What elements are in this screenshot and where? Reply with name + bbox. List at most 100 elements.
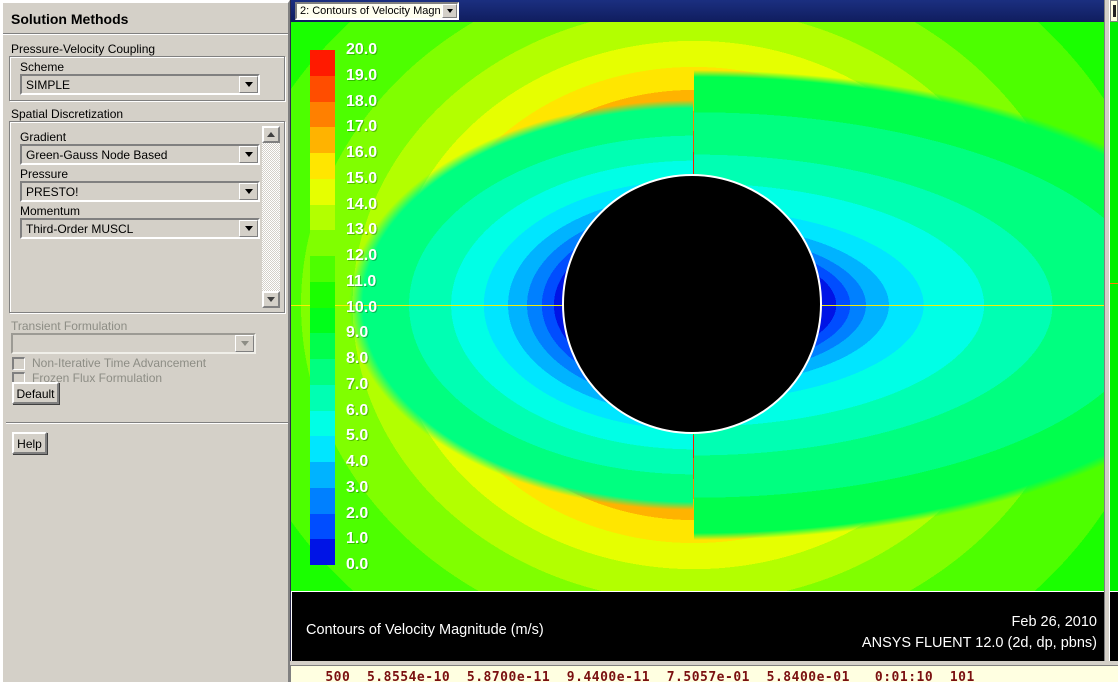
legend-value-label: 20.0 bbox=[346, 41, 377, 59]
legend-value-label: 7.0 bbox=[346, 376, 368, 394]
pressure-dropdown-button[interactable] bbox=[239, 183, 258, 200]
legend-color-bar bbox=[310, 50, 335, 565]
legend-value-label: 11.0 bbox=[346, 273, 376, 291]
plot-stamp: Feb 26, 2010 ANSYS FLUENT 12.0 (2d, dp, … bbox=[862, 612, 1097, 654]
chevron-down-icon bbox=[241, 341, 249, 346]
chevron-down-icon bbox=[245, 152, 253, 157]
graphics-area: 2: Contours of Velocity Magn 20.0 19.0 18.… bbox=[290, 0, 1118, 682]
panel-title: Solution Methods bbox=[3, 3, 288, 34]
legend-color-band bbox=[310, 102, 335, 128]
legend-color-band bbox=[310, 205, 335, 231]
legend-value-label: 14.0 bbox=[346, 196, 377, 214]
momentum-value: Third-Order MUSCL bbox=[26, 222, 133, 236]
legend-color-band bbox=[310, 230, 335, 256]
scheme-dropdown-button[interactable] bbox=[239, 76, 258, 93]
solution-methods-panel: Solution Methods Pressure-Velocity Coupl… bbox=[0, 0, 290, 682]
legend-value-label: 3.0 bbox=[346, 479, 368, 497]
cylinder-body bbox=[562, 174, 822, 434]
background-window-sliver bbox=[1110, 0, 1118, 661]
chevron-down-icon bbox=[245, 82, 253, 87]
window-selector-combobox[interactable]: 2: Contours of Velocity Magn bbox=[295, 2, 459, 20]
gradient-label: Gradient bbox=[20, 130, 66, 144]
pressure-velocity-coupling-label: Pressure-Velocity Coupling bbox=[11, 42, 155, 56]
console-strip: 500 5.8554e-10 5.8700e-11 9.4400e-11 7.5… bbox=[290, 661, 1118, 682]
legend-color-band bbox=[310, 76, 335, 102]
legend-color-band bbox=[310, 462, 335, 488]
pressure-label: Pressure bbox=[20, 167, 68, 181]
momentum-label: Momentum bbox=[20, 204, 80, 218]
console-output[interactable]: 500 5.8554e-10 5.8700e-11 9.4400e-11 7.5… bbox=[290, 665, 1118, 682]
legend-value-label: 16.0 bbox=[346, 144, 377, 162]
legend-value-label: 5.0 bbox=[346, 427, 368, 445]
legend-value-label: 18.0 bbox=[346, 93, 377, 111]
velocity-contour-plot[interactable]: 20.0 19.0 18.0 17.0 16.0 15.0 14.0 13.0 12.0 11.0… bbox=[291, 22, 1105, 591]
transient-formulation-label: Transient Formulation bbox=[11, 319, 127, 333]
legend-color-band bbox=[310, 282, 335, 308]
pressure-value: PRESTO! bbox=[26, 185, 78, 199]
graphics-window-titlebar: 2: Contours of Velocity Magn bbox=[291, 0, 1104, 22]
gradient-combobox[interactable]: Green-Gauss Node Based bbox=[20, 144, 260, 165]
window-selector-dropdown-button[interactable] bbox=[442, 4, 457, 18]
scroll-down-button[interactable] bbox=[262, 291, 280, 308]
gradient-dropdown-button[interactable] bbox=[239, 146, 258, 163]
legend-value-label: 15.0 bbox=[346, 170, 377, 188]
legend-value-label: 4.0 bbox=[346, 453, 368, 471]
background-window-titlebar bbox=[1110, 0, 1118, 22]
momentum-dropdown-button[interactable] bbox=[239, 220, 258, 237]
arrow-down-icon bbox=[267, 297, 275, 302]
legend-color-band bbox=[310, 411, 335, 437]
legend-value-label: 6.0 bbox=[346, 402, 368, 420]
legend-color-band bbox=[310, 256, 335, 282]
momentum-combobox[interactable]: Third-Order MUSCL bbox=[20, 218, 260, 239]
legend-value-label: 0.0 bbox=[346, 556, 368, 574]
arrow-up-icon bbox=[267, 132, 275, 137]
background-window-centerline bbox=[1110, 283, 1118, 284]
non-iterative-checkbox-row: Non-Iterative Time Advancement bbox=[12, 356, 206, 370]
gradient-value: Green-Gauss Node Based bbox=[26, 148, 167, 162]
plot-title: Contours of Velocity Magnitude (m/s) bbox=[306, 622, 544, 638]
spatial-group-box: Gradient Green-Gauss Node Based Pressure… bbox=[9, 121, 285, 313]
legend-color-band bbox=[310, 436, 335, 462]
legend-value-label: 13.0 bbox=[346, 221, 377, 239]
chevron-down-icon bbox=[245, 226, 253, 231]
legend-color-band bbox=[310, 385, 335, 411]
plot-app-version: ANSYS FLUENT 12.0 (2d, dp, pbns) bbox=[862, 633, 1097, 654]
non-iterative-label: Non-Iterative Time Advancement bbox=[32, 356, 206, 370]
scheme-value: SIMPLE bbox=[26, 78, 70, 92]
legend-value-label: 10.0 bbox=[346, 299, 377, 317]
legend-value-label: 9.0 bbox=[346, 324, 368, 342]
transient-dropdown-button bbox=[235, 335, 254, 352]
fluent-app: Solution Methods Pressure-Velocity Coupl… bbox=[0, 0, 1118, 682]
window-selector-value: 2: Contours of Velocity Magn bbox=[300, 5, 441, 17]
default-button[interactable]: Default bbox=[12, 382, 59, 404]
chevron-down-icon bbox=[447, 9, 453, 13]
transient-formulation-combobox bbox=[11, 333, 256, 354]
chevron-down-icon bbox=[245, 189, 253, 194]
panel-divider bbox=[6, 422, 288, 424]
legend-value-label: 19.0 bbox=[346, 67, 377, 85]
legend-color-band bbox=[310, 514, 335, 540]
scheme-label: Scheme bbox=[20, 60, 64, 74]
legend-value-label: 17.0 bbox=[346, 118, 377, 136]
legend-labels: 20.019.018.017.016.015.014.013.012.011.0… bbox=[346, 50, 406, 565]
pressure-combobox[interactable]: PRESTO! bbox=[20, 181, 260, 202]
non-iterative-checkbox bbox=[12, 357, 25, 370]
help-button[interactable]: Help bbox=[12, 432, 47, 454]
legend-color-band bbox=[310, 179, 335, 205]
legend-color-band bbox=[310, 488, 335, 514]
legend-color-band bbox=[310, 153, 335, 179]
contour-graphics-window: 2: Contours of Velocity Magn 20.0 19.0 18.… bbox=[290, 0, 1104, 661]
background-window-caption bbox=[1110, 591, 1118, 661]
legend-color-band bbox=[310, 308, 335, 334]
legend-value-label: 2.0 bbox=[346, 505, 368, 523]
spatial-scrollbar[interactable] bbox=[262, 126, 280, 308]
scheme-combobox[interactable]: SIMPLE bbox=[20, 74, 260, 95]
scroll-up-button[interactable] bbox=[262, 126, 280, 143]
legend-value-label: 8.0 bbox=[346, 350, 368, 368]
legend-value-label: 12.0 bbox=[346, 247, 377, 265]
legend-color-band bbox=[310, 539, 335, 565]
legend-color-band bbox=[310, 359, 335, 385]
legend-color-band bbox=[310, 50, 335, 76]
background-window-glyph bbox=[1113, 5, 1116, 17]
pvc-group-box: Scheme SIMPLE bbox=[9, 56, 285, 101]
